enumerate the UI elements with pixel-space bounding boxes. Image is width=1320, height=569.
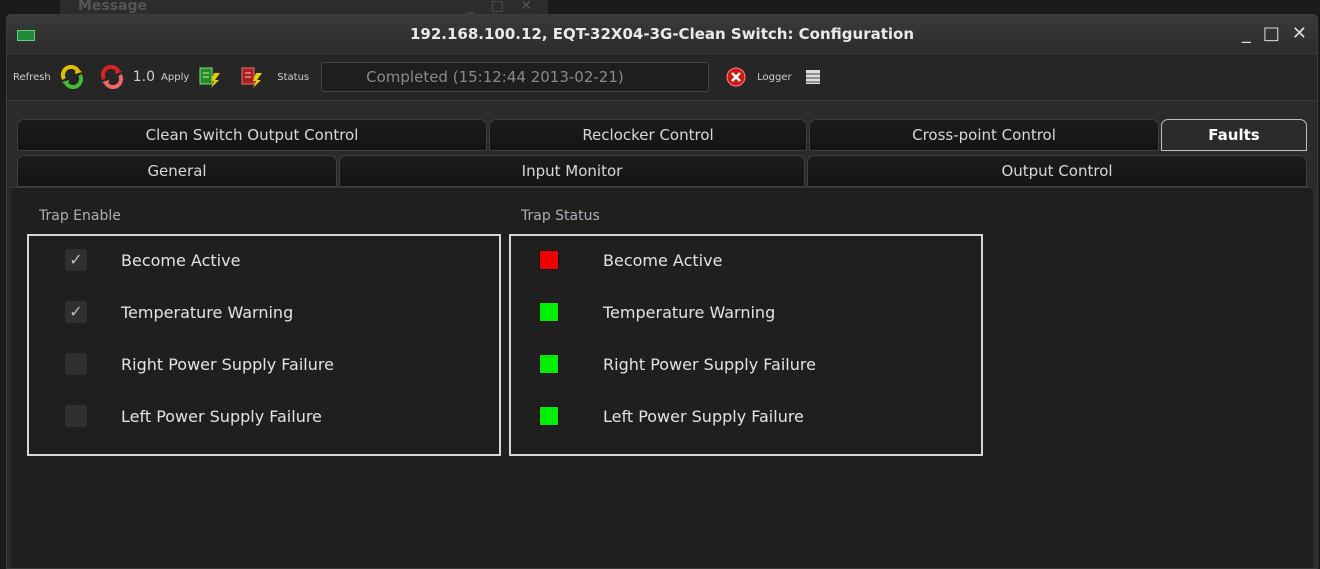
trap-status-group: Become Active Temperature Warning Right …: [509, 234, 983, 456]
trap-enable-label: Right Power Supply Failure: [121, 354, 334, 374]
tab-reclocker-control[interactable]: Reclocker Control: [489, 119, 807, 151]
checkbox-left-power-supply-failure[interactable]: [65, 405, 87, 427]
status-field: Completed (15:12:44 2013-02-21): [321, 62, 710, 92]
trap-status-row: Left Power Supply Failure: [511, 402, 981, 430]
trap-enable-row: ✓ Temperature Warning: [29, 298, 499, 326]
tab-cross-point-control[interactable]: Cross-point Control: [809, 119, 1159, 151]
background-window-title-text: Message: [78, 0, 148, 14]
trap-enable-label: Become Active: [121, 250, 241, 270]
apply-label: Apply: [161, 71, 190, 83]
trap-enable-row: ✓ Become Active: [29, 246, 499, 274]
tab-general[interactable]: General: [17, 155, 337, 187]
checkbox-temperature-warning[interactable]: ✓: [65, 301, 87, 323]
toolbar: Refresh 1.0 Apply Status Completed (15:1…: [7, 53, 1317, 101]
trap-status-label: Right Power Supply Failure: [603, 354, 816, 374]
minimize-button[interactable]: _: [1242, 23, 1251, 44]
checkbox-become-active[interactable]: ✓: [65, 249, 87, 271]
main-tabs: Clean Switch Output Control Reclocker Co…: [7, 119, 1317, 151]
status-label: Status: [277, 71, 310, 83]
trap-enable-group: ✓ Become Active ✓ Temperature Warning Ri…: [27, 234, 501, 456]
background-window-controls: _ □ ✕: [467, 0, 538, 14]
zoom-value: 1.0: [132, 69, 156, 85]
error-icon[interactable]: [723, 64, 749, 90]
trap-status-label: Become Active: [603, 250, 723, 270]
title-bar[interactable]: 192.168.100.12, EQT-32X04-3G-Clean Switc…: [7, 15, 1317, 53]
status-led-right-power-supply-failure: [539, 354, 559, 374]
configuration-window: 192.168.100.12, EQT-32X04-3G-Clean Switc…: [6, 14, 1318, 569]
trap-enable-label: Left Power Supply Failure: [121, 406, 322, 426]
trap-enable-title: Trap Enable: [39, 208, 121, 224]
status-led-left-power-supply-failure: [539, 406, 559, 426]
trap-status-row: Right Power Supply Failure: [511, 350, 981, 378]
trap-enable-row: Right Power Supply Failure: [29, 350, 499, 378]
trap-status-title: Trap Status: [521, 208, 600, 224]
trap-enable-label: Temperature Warning: [121, 302, 294, 322]
close-button[interactable]: ✕: [1292, 23, 1307, 44]
maximize-button[interactable]: □: [1263, 23, 1280, 44]
app-icon: [17, 30, 35, 41]
apply-green-icon[interactable]: [197, 64, 223, 90]
logger-label: Logger: [757, 71, 792, 83]
tab-input-monitor[interactable]: Input Monitor: [339, 155, 805, 187]
checkbox-right-power-supply-failure[interactable]: [65, 353, 87, 375]
tab-output-control[interactable]: Output Control: [807, 155, 1307, 187]
trap-enable-row: Left Power Supply Failure: [29, 402, 499, 430]
status-led-temperature-warning: [539, 302, 559, 322]
apply-red-icon[interactable]: [239, 64, 265, 90]
tab-faults[interactable]: Faults: [1161, 119, 1307, 151]
background-window-title: Message _ □ ✕: [60, 0, 548, 15]
refresh-all-icon[interactable]: [99, 64, 125, 90]
status-led-become-active: [539, 250, 559, 270]
window-controls: _ □ ✕: [1242, 23, 1307, 44]
trap-status-row: Become Active: [511, 246, 981, 274]
trap-status-label: Left Power Supply Failure: [603, 406, 804, 426]
refresh-label: Refresh: [13, 71, 51, 83]
window-title: 192.168.100.12, EQT-32X04-3G-Clean Switc…: [409, 25, 915, 43]
tab-clean-switch-output-control[interactable]: Clean Switch Output Control: [17, 119, 487, 151]
trap-status-row: Temperature Warning: [511, 298, 981, 326]
sub-tabs: General Input Monitor Output Control: [7, 155, 1317, 187]
trap-status-label: Temperature Warning: [603, 302, 776, 322]
logger-icon[interactable]: [800, 64, 826, 90]
refresh-icon[interactable]: [59, 64, 85, 90]
faults-panel: Trap Enable ✓ Become Active ✓ Temperatur…: [11, 187, 1313, 568]
